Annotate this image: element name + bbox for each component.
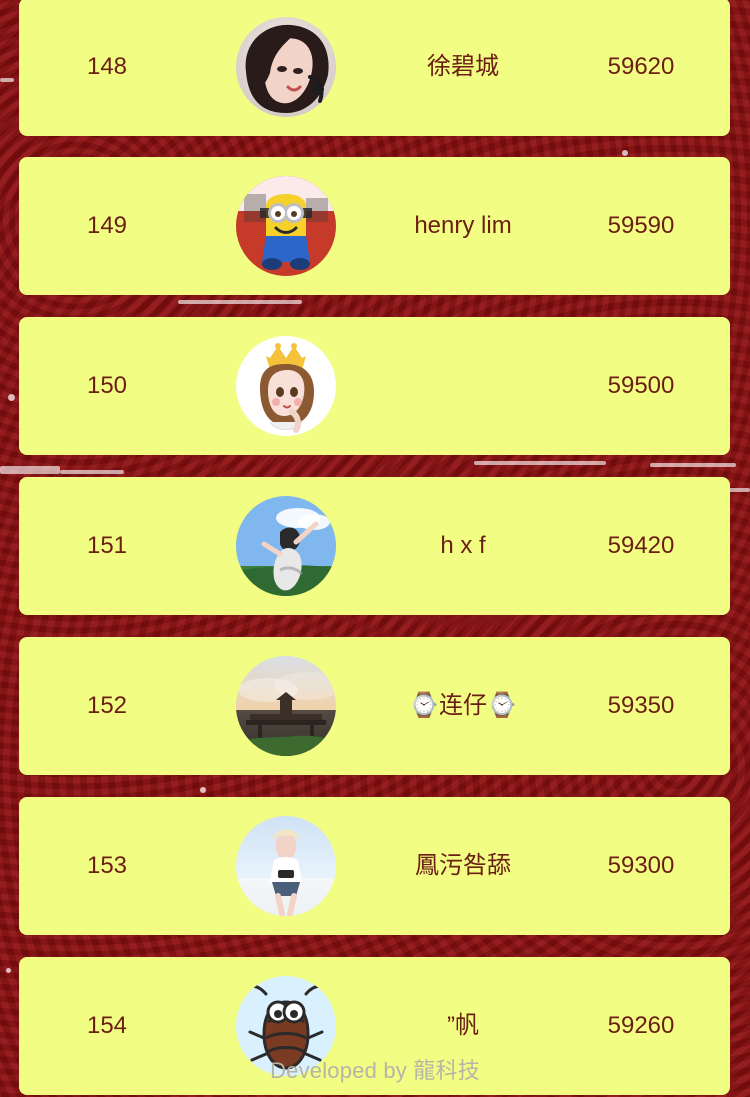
avatar-girl-photo-icon [236, 17, 336, 117]
player-name: 鳳污咎舔 [415, 852, 511, 879]
avatar-cartoon-princess-icon [236, 336, 336, 436]
rank: 149 [86, 212, 128, 239]
avatar [236, 816, 336, 916]
score: 59620 [607, 53, 675, 80]
footer-credit: Developed by 龍科技 [270, 1058, 480, 1083]
avatar-sky-person-photo-icon [236, 496, 336, 596]
player-name: henry lim [414, 212, 512, 239]
score: 59420 [607, 532, 675, 559]
rank: 148 [86, 53, 128, 80]
avatar-sunset-pier-photo-icon [236, 656, 336, 756]
avatar-minion-photo-icon [236, 176, 336, 276]
player-name: h x f [440, 532, 486, 559]
rank: 150 [86, 372, 128, 399]
player-name: ⌚连仔⌚ [409, 692, 517, 719]
rank: 151 [86, 532, 128, 559]
avatar [236, 656, 336, 756]
score: 59500 [607, 372, 675, 399]
avatar-beach-girl-photo-icon [236, 816, 336, 916]
score: 59260 [607, 1012, 675, 1039]
player-name: ”帆 [447, 1012, 479, 1039]
score: 59590 [607, 212, 675, 239]
leaderboard-row[interactable]: 151 h x f 59420 [19, 477, 730, 615]
rank: 154 [86, 1012, 128, 1039]
avatar [236, 496, 336, 596]
score: 59300 [607, 852, 675, 879]
rank: 153 [86, 852, 128, 879]
avatar [236, 176, 336, 276]
avatar [236, 336, 336, 436]
leaderboard-row[interactable]: 149 henry lim 59590 [19, 157, 730, 295]
rank: 152 [86, 692, 128, 719]
leaderboard-row[interactable]: 148 徐碧城 59620 [19, 0, 730, 136]
leaderboard-row[interactable]: 150 59500 [19, 317, 730, 455]
leaderboard-list: 148 徐碧城 59620 149 henry lim 59590 150 59… [0, 0, 750, 1097]
avatar [236, 17, 336, 117]
score: 59350 [607, 692, 675, 719]
leaderboard-row[interactable]: 153 鳳污咎舔 59300 [19, 797, 730, 935]
player-name: 徐碧城 [427, 53, 499, 80]
leaderboard-row[interactable]: 152 ⌚连仔⌚ 59350 [19, 637, 730, 775]
